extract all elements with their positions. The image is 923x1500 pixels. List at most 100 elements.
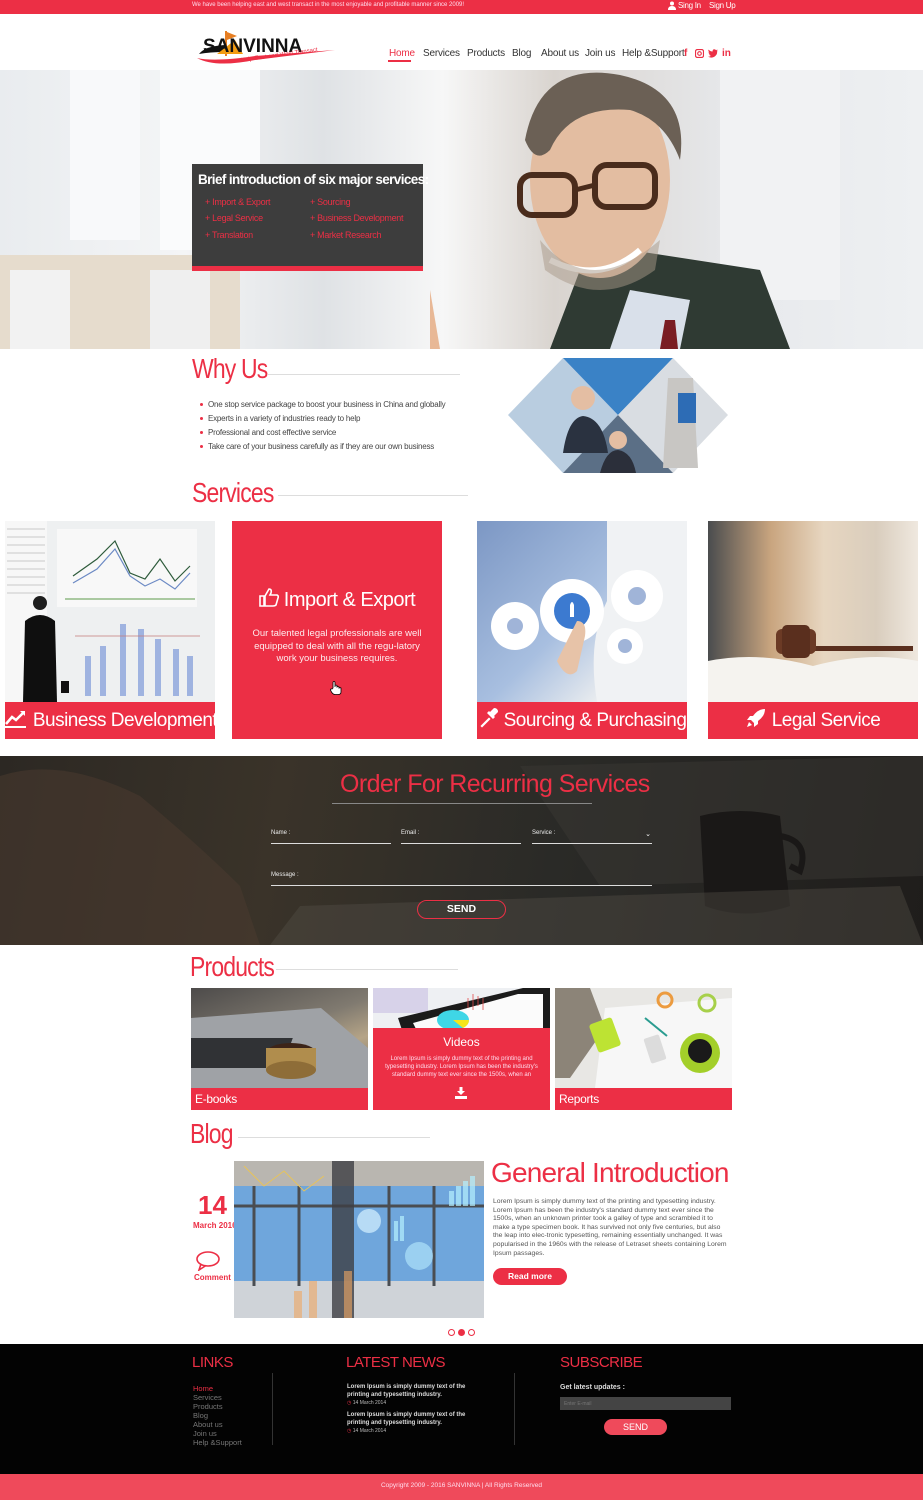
sign-up-link[interactable]: Sign Up [709,1,736,10]
ebooks-image [191,1008,368,1088]
nav-home[interactable]: Home [389,48,415,59]
top-bar: We have been helping east and west trans… [0,0,923,14]
service-label: Legal Service [708,702,918,739]
blog-day: 14 [198,1190,227,1220]
service-card-sourcing-purchasing[interactable]: Sourcing & Purchasing [477,521,687,739]
nav-active-indicator [388,60,411,62]
comment-link[interactable]: Comment [194,1273,231,1282]
download-icon[interactable] [455,1086,467,1104]
blog-pager [448,1329,475,1336]
footer-link-about-us[interactable]: About us [193,1420,223,1429]
pager-dot-active[interactable] [458,1329,465,1336]
intro-item[interactable]: + Business Development [310,213,404,223]
divider [272,1373,273,1445]
intro-item[interactable]: + Market Research [310,230,381,240]
blog-post-body: Lorem Ipsum is simply dummy text of the … [493,1198,727,1257]
news-item-text[interactable]: Lorem Ipsum is simply dummy text of the … [347,1384,467,1399]
service-label: Business Development [5,702,215,739]
divider [332,803,592,804]
nav-products[interactable]: Products [467,48,505,59]
hero-man-photo [430,72,790,349]
news-item-text[interactable]: Lorem Ipsum is simply dummy text of the … [347,1412,467,1427]
nav-about-us[interactable]: About us [541,48,579,59]
footer [0,1344,923,1474]
intro-item[interactable]: + Sourcing [310,197,351,207]
sign-in-link[interactable]: Sing In [678,1,701,10]
hero-binders [10,270,70,349]
product-label: Videos [443,1035,480,1049]
footer-news-title: LATEST NEWS [346,1354,445,1371]
footer-link-products[interactable]: Products [193,1402,223,1411]
divider [238,1137,430,1138]
linkedin-icon[interactable]: in [722,48,731,59]
product-description: Lorem Ipsum is simply dummy text of the … [385,1056,538,1078]
cursor-hand-icon [330,681,342,700]
nav-blog[interactable]: Blog [512,48,531,59]
service-heading: Import & Export [232,587,442,613]
intro-item[interactable]: + Import & Export [205,197,270,207]
why-us-item: Professional and cost effective service [200,428,336,437]
intro-item[interactable]: + Legal Service [205,213,263,223]
facebook-icon[interactable]: f [684,48,687,59]
divider [278,495,468,496]
footer-link-services[interactable]: Services [193,1393,222,1402]
why-us-item: One stop service package to boost your b… [200,400,446,409]
thumbs-up-icon [258,587,279,613]
nav-join-us[interactable]: Join us [585,48,615,59]
message-field[interactable]: Message : [271,872,652,886]
blog-title: Blog [190,1118,233,1149]
footer-link-help-support[interactable]: Help &Support [193,1438,242,1447]
read-more-button[interactable]: Read more [493,1268,567,1285]
name-field[interactable]: Name : [271,830,391,844]
logo[interactable]: SANVINNA Help East and West Transact [195,28,340,68]
order-title: Order For Recurring Services [340,770,650,798]
subscribe-send-button[interactable]: SEND [604,1419,667,1435]
rocket-icon [746,708,766,734]
pager-dot[interactable] [468,1329,475,1336]
videos-image [373,988,550,1033]
header: SANVINNA Help East and West Transact Hom… [0,14,923,70]
email-field[interactable]: Email : [401,830,521,844]
footer-link-home[interactable]: Home [193,1384,213,1393]
why-us-item: Take care of your business carefully as … [200,442,434,451]
news-item-date: ◷ 14 March 2014 [347,1400,387,1406]
service-label: Sourcing & Purchasing [477,702,687,739]
products-title: Products [190,951,275,982]
product-card-ebooks[interactable]: E-books [191,988,368,1110]
why-us-title: Why Us [192,353,268,384]
business-chart-image [5,521,200,702]
divider [514,1373,515,1445]
reports-image [555,988,732,1088]
blog-post-title[interactable]: General Introduction [491,1157,730,1189]
product-card-reports[interactable]: Reports [555,988,732,1110]
services-title: Services [192,477,274,508]
service-card-business-development[interactable]: Business Development [5,521,215,739]
clock-icon: ◷ [347,1400,352,1406]
services-intro-box: Brief introduction of six major services… [192,164,429,271]
service-card-legal-service[interactable]: Legal Service [708,521,918,739]
videos-overlay: Videos Lorem Ipsum is simply dummy text … [373,1028,550,1110]
twitter-icon[interactable] [708,49,718,61]
nav-help-support[interactable]: Help &Support [622,48,685,59]
service-description: Our talented legal professionals are wel… [252,628,422,664]
divider [268,374,460,375]
nav-services[interactable]: Services [423,48,460,59]
instagram-icon[interactable] [694,48,705,61]
footer-link-blog[interactable]: Blog [193,1411,208,1420]
intro-item[interactable]: + Translation [205,230,253,240]
footer-subscribe-title: SUBSCRIBE [560,1354,643,1371]
tagline: We have been helping east and west trans… [192,2,465,8]
footer-link-join-us[interactable]: Join us [193,1429,217,1438]
gavel-image [708,625,918,702]
blog-month-year: March 2016 [193,1221,237,1230]
divider [276,969,458,970]
subscribe-email-input[interactable] [560,1397,731,1410]
hero-banner: Brief introduction of six major services… [0,70,923,349]
service-select[interactable]: Service : ⌄ [532,830,652,844]
product-label: E-books [191,1088,368,1110]
pager-dot[interactable] [448,1329,455,1336]
service-card-import-export[interactable]: Import & Export Our talented legal profe… [232,521,442,739]
subscribe-label: Get latest updates : [560,1384,625,1391]
product-card-videos[interactable]: Videos Lorem Ipsum is simply dummy text … [373,988,550,1110]
send-button[interactable]: SEND [417,900,506,919]
